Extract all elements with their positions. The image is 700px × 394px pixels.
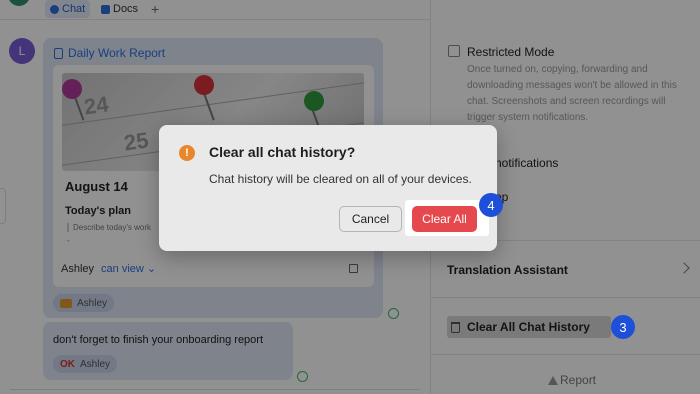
step-badge-4: 4 xyxy=(479,193,503,217)
clear-history-dialog: ! Clear all chat history? Chat history w… xyxy=(159,125,497,251)
cancel-button[interactable]: Cancel xyxy=(339,206,402,232)
dialog-message: Chat history will be cleared on all of y… xyxy=(209,172,472,186)
exclamation-icon: ! xyxy=(179,145,195,161)
dialog-title: Clear all chat history? xyxy=(209,144,356,160)
step-badge-3: 3 xyxy=(611,315,635,339)
clear-all-button[interactable]: Clear All xyxy=(412,206,477,232)
